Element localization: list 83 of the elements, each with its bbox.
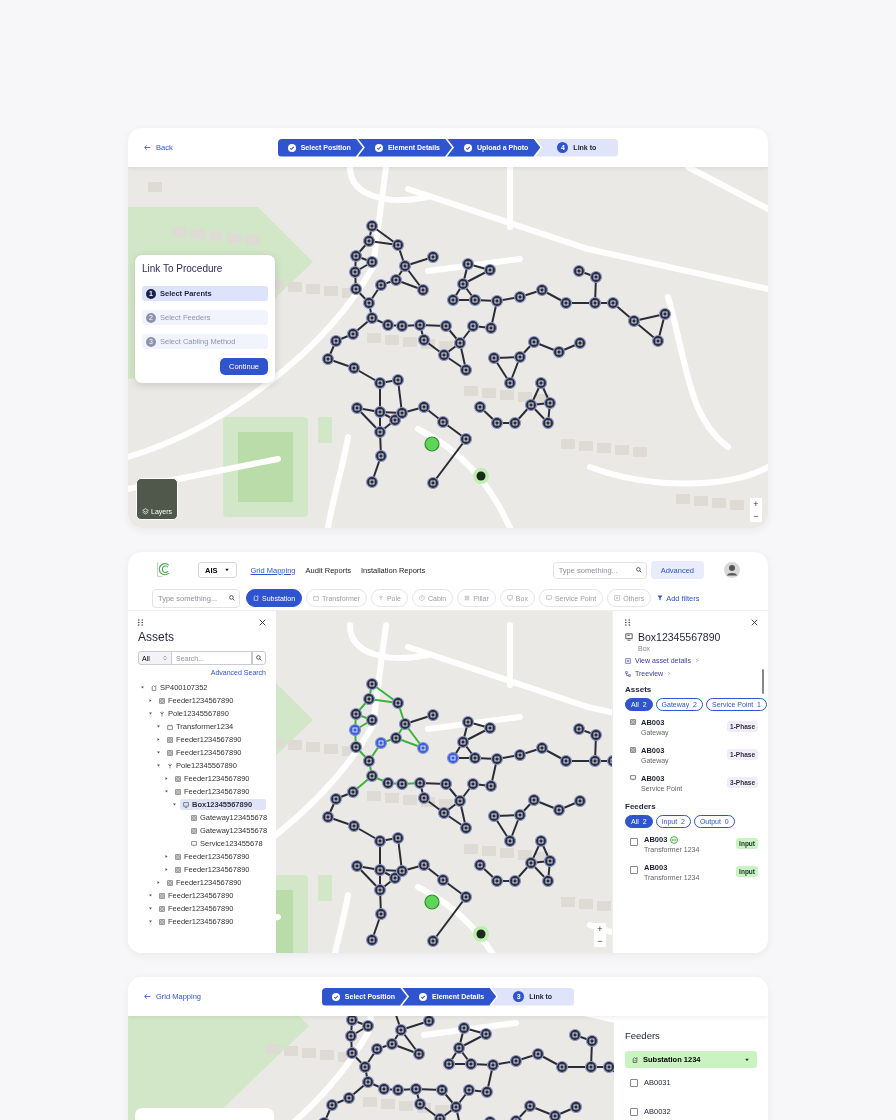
service-point-icon	[191, 840, 197, 847]
close-icon[interactable]	[259, 619, 266, 626]
feeder-icon	[175, 853, 181, 860]
caret-right-icon[interactable]	[156, 880, 161, 885]
feeder-icon	[159, 892, 165, 899]
caret-down-icon[interactable]	[148, 893, 153, 898]
checkbox[interactable]	[630, 838, 638, 846]
feeder-icon	[159, 697, 165, 704]
caret-down-icon[interactable]	[164, 789, 169, 794]
caret-down-icon[interactable]	[148, 906, 153, 911]
box-icon	[625, 633, 633, 641]
transformer-icon	[313, 595, 320, 601]
search-button[interactable]	[252, 651, 266, 665]
check-circle-icon	[374, 143, 383, 152]
box-icon	[506, 595, 513, 601]
feeder-icon	[175, 788, 181, 795]
section-heading: Feeders	[625, 802, 657, 811]
treeview-icon	[625, 670, 631, 677]
caret-down-icon[interactable]	[156, 724, 161, 729]
feeder-icon	[167, 749, 173, 756]
caret-right-icon[interactable]	[164, 776, 169, 781]
close-icon[interactable]	[751, 619, 758, 626]
pillar-icon	[464, 595, 471, 601]
gateway-icon	[630, 747, 636, 753]
search-icon[interactable]	[635, 567, 642, 573]
feeder-icon	[159, 918, 165, 925]
caret-right-icon[interactable]	[164, 867, 169, 872]
feeder-icon	[175, 775, 181, 782]
service-point-icon	[545, 595, 552, 601]
cabin-icon	[418, 595, 425, 601]
feeder-icon	[159, 905, 165, 912]
pole-icon	[377, 595, 384, 601]
filter-icon	[657, 595, 664, 601]
gateway-icon	[191, 827, 197, 834]
caret-down-icon[interactable]	[148, 919, 153, 924]
asset-title: Box12345567890	[638, 631, 721, 643]
drag-handle-icon[interactable]	[625, 619, 630, 626]
sort-caret-icon	[162, 655, 168, 661]
chevron-right-icon	[694, 658, 699, 663]
search-icon	[256, 655, 262, 661]
caret-down-icon[interactable]	[140, 685, 145, 690]
check-circle-icon	[287, 143, 296, 152]
caret-down-icon[interactable]	[172, 802, 177, 807]
caret-down-icon[interactable]	[148, 711, 153, 716]
checkbox[interactable]	[630, 1078, 638, 1087]
back-arrow-icon	[144, 993, 151, 1000]
panel-title: Link To Procedure	[142, 263, 224, 274]
caret-right-icon[interactable]	[164, 854, 169, 859]
caret-down-icon[interactable]	[156, 750, 161, 755]
gateway-icon	[191, 814, 197, 821]
drag-handle-icon[interactable]	[138, 619, 143, 626]
caret-right-icon[interactable]	[148, 698, 153, 703]
caret-icon	[223, 567, 230, 573]
service-point-icon	[630, 775, 636, 781]
layers-icon	[142, 508, 149, 515]
feeder-icon	[175, 866, 181, 873]
panel-title: Feeders	[625, 1030, 661, 1041]
box-icon	[183, 801, 189, 808]
gateway-icon	[630, 719, 636, 725]
substation-icon	[253, 595, 259, 601]
caret-right-icon[interactable]	[156, 737, 161, 742]
details-icon	[625, 657, 631, 664]
checkbox[interactable]	[630, 1107, 638, 1116]
avatar-icon[interactable]	[724, 562, 740, 578]
pole-icon	[159, 710, 165, 717]
substation-icon	[151, 684, 157, 691]
caret-icon	[744, 1056, 750, 1063]
transformer-icon	[167, 723, 173, 730]
chevron-right-icon	[667, 671, 672, 676]
check-circle-icon	[464, 143, 472, 152]
feeder-icon	[167, 736, 173, 743]
panel-title: Assets	[138, 630, 175, 644]
substation-icon	[632, 1056, 638, 1063]
checkbox[interactable]	[630, 866, 638, 874]
pole-icon	[167, 762, 173, 769]
caret-down-icon[interactable]	[156, 763, 161, 768]
feeder-icon	[167, 879, 173, 886]
check-circle-icon	[331, 992, 340, 1001]
search-icon[interactable]	[229, 595, 235, 601]
check-circle-icon	[419, 992, 428, 1001]
others-icon	[614, 595, 621, 601]
back-arrow-icon	[144, 144, 151, 151]
section-heading: Assets	[625, 685, 653, 694]
